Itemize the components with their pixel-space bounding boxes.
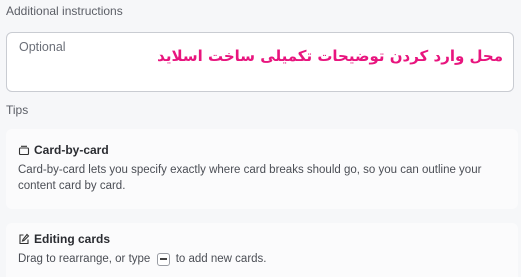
card-separator-key (156, 252, 170, 266)
tip-body-text: Drag to rearrange, or type (18, 253, 154, 265)
additional-instructions-label: Additional instructions (6, 4, 123, 18)
tips-label: Tips (6, 103, 29, 117)
tip-body: Card-by-card lets you specify exactly wh… (18, 164, 482, 192)
tip-title-text: Card-by-card (34, 143, 109, 157)
tip-body-text: to add new cards. (172, 253, 267, 265)
tip-title: Card-by-card (18, 143, 109, 157)
edit-icon (18, 233, 30, 245)
input-placeholder: Optional (19, 40, 66, 54)
tip-card-card-by-card: Card-by-card Card-by-card lets you speci… (6, 129, 518, 209)
card-icon (18, 144, 30, 156)
tip-title: Editing cards (18, 232, 110, 246)
additional-instructions-input[interactable]: Optional محل وارد کردن توضیحات تکمیلی سا… (6, 32, 514, 92)
tip-title-text: Editing cards (34, 232, 111, 246)
annotation-text: محل وارد کردن توضیحات تکمیلی ساخت اسلاید (157, 47, 503, 65)
tip-body: Drag to rearrange, or type to add new ca… (18, 251, 498, 267)
tip-card-editing-cards: Editing cards Drag to rearrange, or type… (6, 223, 518, 277)
